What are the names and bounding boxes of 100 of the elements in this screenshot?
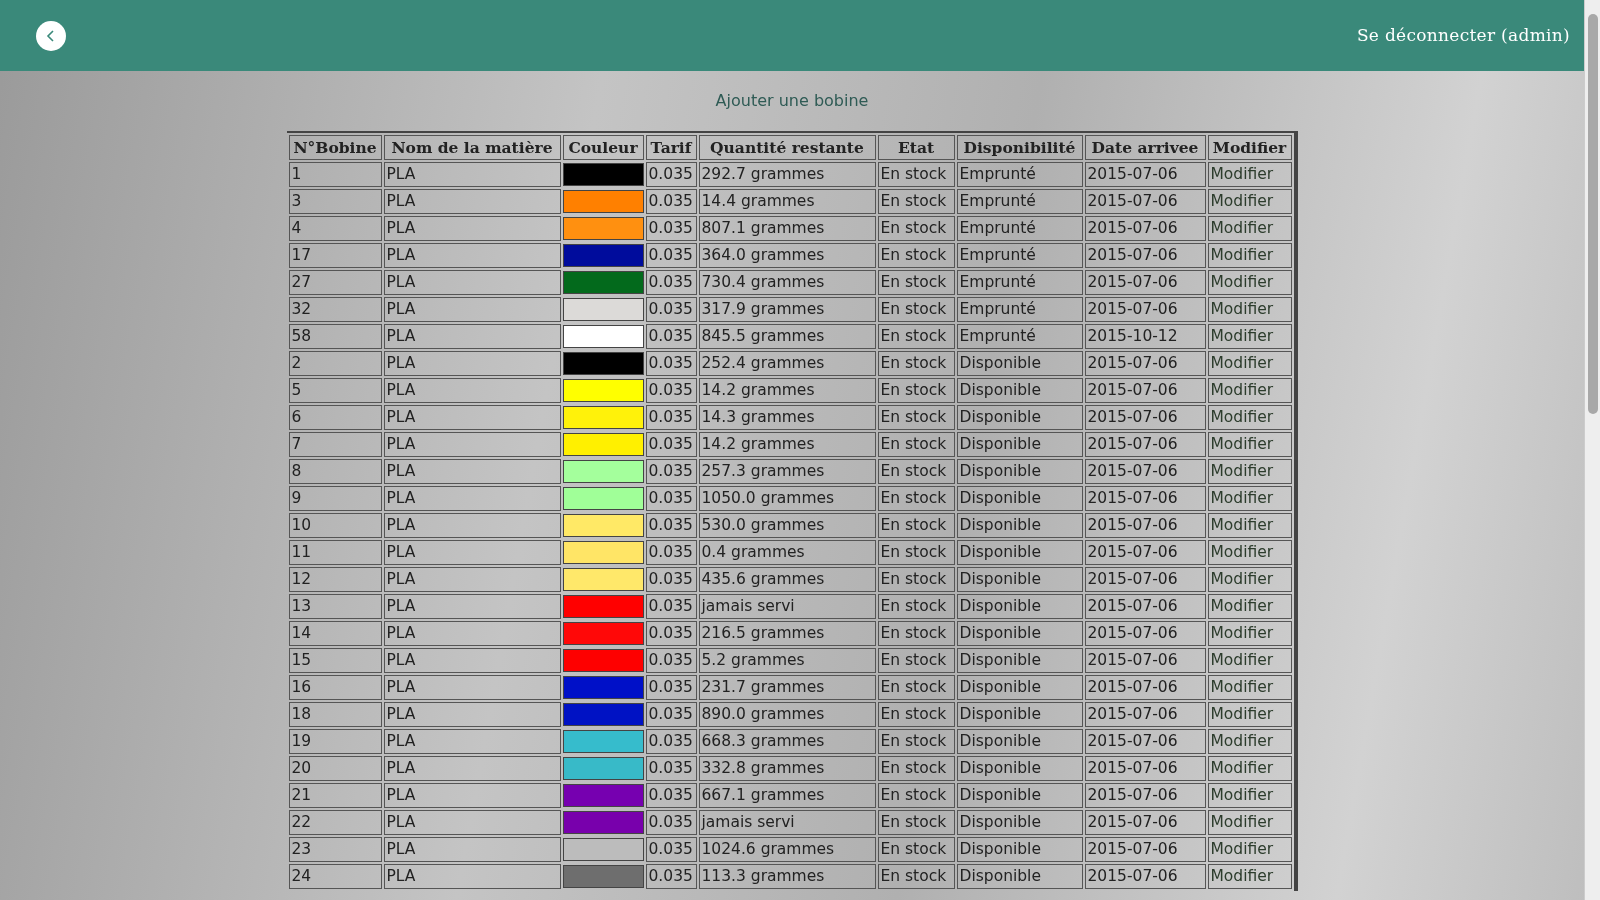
table-cell: Emprunté: [956, 297, 1083, 322]
table-cell: 2015-10-12: [1084, 324, 1206, 349]
table-cell: PLA: [383, 540, 561, 565]
table-cell: 231.7 grammes: [698, 675, 876, 700]
table-cell: 10: [288, 513, 382, 538]
table-cell: En stock: [877, 864, 955, 889]
table-cell: 2015-07-06: [1084, 270, 1206, 295]
table-cell: 1050.0 grammes: [698, 486, 876, 511]
table-cell: 0.035: [645, 405, 697, 430]
table-cell: PLA: [383, 621, 561, 646]
table-cell: 14: [288, 621, 382, 646]
table-cell: Disponible: [956, 594, 1083, 619]
table-cell: Disponible: [956, 351, 1083, 376]
scrollbar[interactable]: [1584, 0, 1600, 900]
table-cell: 292.7 grammes: [698, 162, 876, 187]
table-cell: En stock: [877, 351, 955, 376]
table-cell: En stock: [877, 621, 955, 646]
table-cell: 17: [288, 243, 382, 268]
table-cell: En stock: [877, 459, 955, 484]
table-cell: PLA: [383, 270, 561, 295]
table-cell: 15: [288, 648, 382, 673]
column-header: Etat: [877, 135, 955, 160]
table-cell: PLA: [383, 567, 561, 592]
table-cell: PLA: [383, 783, 561, 808]
table-cell: 6: [288, 405, 382, 430]
table-cell: Emprunté: [956, 162, 1083, 187]
table-cell: 14.3 grammes: [698, 405, 876, 430]
table-cell: 252.4 grammes: [698, 351, 876, 376]
table-cell: En stock: [877, 243, 955, 268]
table-cell: 2015-07-06: [1084, 702, 1206, 727]
table-cell: 20: [288, 756, 382, 781]
table-cell: 807.1 grammes: [698, 216, 876, 241]
table-cell: En stock: [877, 837, 955, 862]
table-cell: 0.035: [645, 702, 697, 727]
table-cell: Disponible: [956, 864, 1083, 889]
table-cell: 0.035: [645, 189, 697, 214]
table-cell: 1: [288, 162, 382, 187]
table-cell: 9: [288, 486, 382, 511]
table-cell: 19: [288, 729, 382, 754]
table-cell: En stock: [877, 756, 955, 781]
table-cell: 32: [288, 297, 382, 322]
table-cell: En stock: [877, 540, 955, 565]
table-cell: PLA: [383, 702, 561, 727]
column-header: Quantité restante: [698, 135, 876, 160]
table-cell: 257.3 grammes: [698, 459, 876, 484]
table-cell: PLA: [383, 864, 561, 889]
add-spool-link[interactable]: Ajouter une bobine: [715, 89, 869, 113]
table-cell: 7: [288, 432, 382, 457]
table-cell: 58: [288, 324, 382, 349]
scrollbar-thumb[interactable]: [1587, 14, 1598, 414]
table-cell: 332.8 grammes: [698, 756, 876, 781]
column-header: Couleur: [562, 135, 644, 160]
table-cell: En stock: [877, 324, 955, 349]
table-cell: 0.035: [645, 729, 697, 754]
table-cell: 0.035: [645, 378, 697, 403]
table-cell: 0.035: [645, 297, 697, 322]
table-cell: PLA: [383, 729, 561, 754]
table-cell: Emprunté: [956, 324, 1083, 349]
table-cell: En stock: [877, 648, 955, 673]
table-cell: 2015-07-06: [1084, 189, 1206, 214]
table-cell: En stock: [877, 729, 955, 754]
table-cell: 0.035: [645, 810, 697, 835]
table-cell: 2015-07-06: [1084, 783, 1206, 808]
table-cell: 2015-07-06: [1084, 756, 1206, 781]
table-cell: 2015-07-06: [1084, 864, 1206, 889]
table-cell: Disponible: [956, 432, 1083, 457]
table-cell: 0.035: [645, 459, 697, 484]
table-cell: En stock: [877, 378, 955, 403]
table-cell: 0.035: [645, 756, 697, 781]
table-cell: 2015-07-06: [1084, 513, 1206, 538]
table-cell: 14.4 grammes: [698, 189, 876, 214]
table-cell: 2015-07-06: [1084, 648, 1206, 673]
table-cell: 2015-07-06: [1084, 405, 1206, 430]
table-cell: En stock: [877, 297, 955, 322]
table-cell: 18: [288, 702, 382, 727]
table-cell: En stock: [877, 513, 955, 538]
table-cell: 12: [288, 567, 382, 592]
table-cell: 2015-07-06: [1084, 621, 1206, 646]
table-cell: 5.2 grammes: [698, 648, 876, 673]
table-cell: PLA: [383, 459, 561, 484]
column-header: Modifier: [1207, 135, 1292, 160]
table-cell: 21: [288, 783, 382, 808]
table-cell: 14.2 grammes: [698, 378, 876, 403]
back-button[interactable]: [36, 20, 66, 51]
table-cell: Disponible: [956, 756, 1083, 781]
table-cell: 0.035: [645, 864, 697, 889]
table-cell: 0.035: [645, 486, 697, 511]
table-cell: Disponible: [956, 702, 1083, 727]
table-cell: 27: [288, 270, 382, 295]
table-cell: 2015-07-06: [1084, 810, 1206, 835]
table-cell: 0.035: [645, 216, 697, 241]
table-cell: Emprunté: [956, 243, 1083, 268]
table-cell: PLA: [383, 216, 561, 241]
logout-link[interactable]: Se déconnecter (admin): [1356, 22, 1570, 49]
table-cell: 2015-07-06: [1084, 459, 1206, 484]
table-cell: 2015-07-06: [1084, 486, 1206, 511]
table-cell: 13: [288, 594, 382, 619]
table-cell: 0.035: [645, 243, 697, 268]
table-cell: 435.6 grammes: [698, 567, 876, 592]
table-cell: Disponible: [956, 783, 1083, 808]
